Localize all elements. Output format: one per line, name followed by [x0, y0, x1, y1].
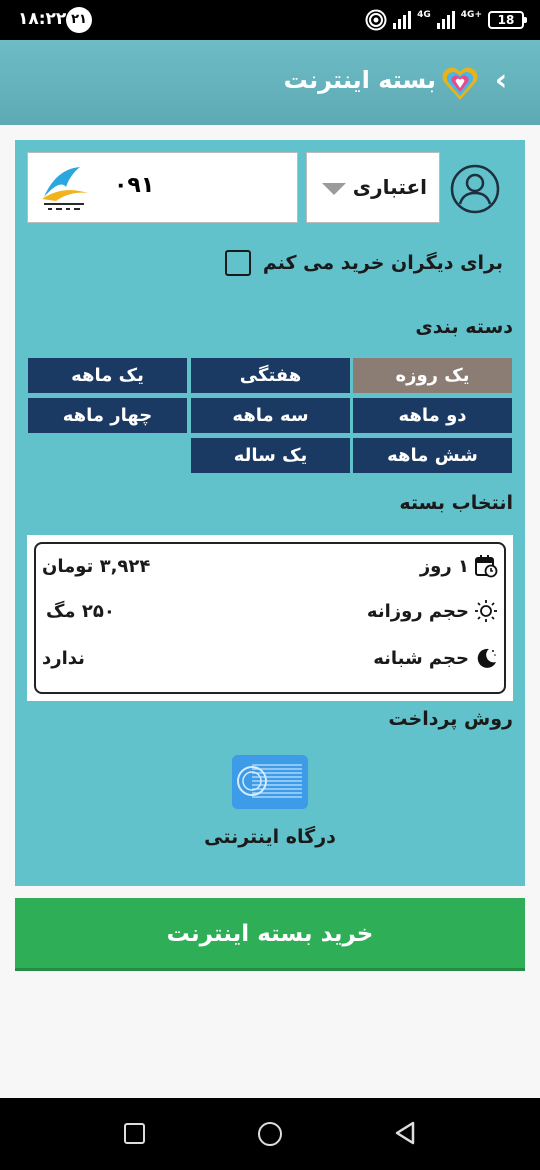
category-three-month[interactable]: سه ماهه — [191, 398, 350, 433]
package-card-inner: ۱ روز ۳,۹۲۴ تومان حجم روزانه ۲۵۰ مگ حجم … — [34, 542, 506, 694]
category-four-month[interactable]: چهار ماهه — [28, 398, 187, 433]
network-type-2: 4G+ — [460, 9, 482, 20]
system-nav-bar — [0, 1098, 540, 1170]
night-volume-label: حجم شبانه — [373, 647, 469, 669]
package-row-duration: ۱ روز ۳,۹۲۴ تومان — [36, 554, 504, 584]
square-recents-icon[interactable] — [124, 1123, 145, 1144]
phone-number-value: ۰۹۱ — [114, 173, 155, 198]
payment-heading: روش پرداخت — [388, 708, 513, 730]
category-six-month[interactable]: شش ماهه — [353, 438, 512, 473]
daily-volume-label: حجم روزانه — [366, 600, 469, 622]
app-bar: ‹ بسته اینترنت — [0, 40, 540, 125]
signal-icon-1 — [393, 11, 412, 29]
triangle-back-icon[interactable] — [393, 1120, 417, 1146]
category-monthly[interactable]: یک ماهه — [28, 358, 187, 393]
moon-icon — [477, 648, 496, 668]
chevron-down-icon — [322, 183, 346, 195]
categories-heading: دسته بندی — [415, 316, 513, 338]
category-daily[interactable]: یک روزه — [353, 358, 512, 393]
calendar-clock-icon — [475, 555, 498, 578]
package-price: ۳,۹۲۴ تومان — [42, 556, 151, 577]
category-two-month[interactable]: دو ماهه — [353, 398, 512, 433]
plan-type-value: اعتباری — [352, 175, 427, 199]
package-card[interactable]: ۱ روز ۳,۹۲۴ تومان حجم روزانه ۲۵۰ مگ حجم … — [27, 535, 513, 701]
package-row-daily: حجم روزانه ۲۵۰ مگ — [36, 599, 504, 629]
buy-package-button[interactable]: خرید بسته اینترنت — [15, 898, 525, 971]
card-payment-icon[interactable] — [232, 755, 308, 809]
battery-icon: 18 — [488, 11, 527, 29]
main-panel: اعتباری ۰۹۱ برای دیگران خرید می کنم دسته… — [15, 140, 525, 886]
package-select-heading: انتخاب بسته — [399, 492, 513, 514]
night-volume-value: ندارد — [42, 648, 85, 669]
circle-home-icon[interactable] — [258, 1122, 282, 1146]
status-icons: 4G 4G+ 18 — [365, 8, 527, 32]
phone-number-input[interactable]: ۰۹۱ — [27, 152, 298, 223]
category-weekly[interactable]: هفتگی — [191, 358, 350, 393]
network-type-1: 4G — [417, 9, 431, 20]
app-logo-icon — [442, 67, 478, 100]
package-duration: ۱ روز — [419, 555, 469, 577]
status-time: ۱۸:۲۲ — [18, 9, 67, 29]
gift-label: برای دیگران خرید می کنم — [262, 252, 503, 274]
hotspot-icon — [365, 9, 387, 31]
signal-icon-2 — [436, 11, 455, 29]
gateway-label[interactable]: درگاه اینترنتی — [15, 826, 525, 848]
back-button[interactable]: ‹ — [486, 66, 516, 97]
page-title: بسته اینترنت — [283, 66, 436, 94]
plan-type-select[interactable]: اعتباری — [306, 152, 440, 223]
category-yearly[interactable]: یک ساله — [191, 438, 350, 473]
status-bar: ۱۸:۲۲ ۲۱ 4G 4G+ 18 — [0, 0, 540, 40]
user-avatar-icon[interactable] — [449, 163, 501, 215]
gift-row: برای دیگران خرید می کنم — [224, 250, 503, 276]
package-row-night: حجم شبانه ندارد — [36, 646, 504, 676]
operator-logo — [42, 167, 88, 210]
gift-checkbox[interactable] — [224, 250, 251, 276]
notification-badge: ۲۱ — [66, 7, 92, 33]
sun-icon — [475, 600, 497, 622]
daily-volume-value: ۲۵۰ مگ — [46, 601, 115, 622]
chevron-left-icon: ‹ — [494, 63, 508, 98]
